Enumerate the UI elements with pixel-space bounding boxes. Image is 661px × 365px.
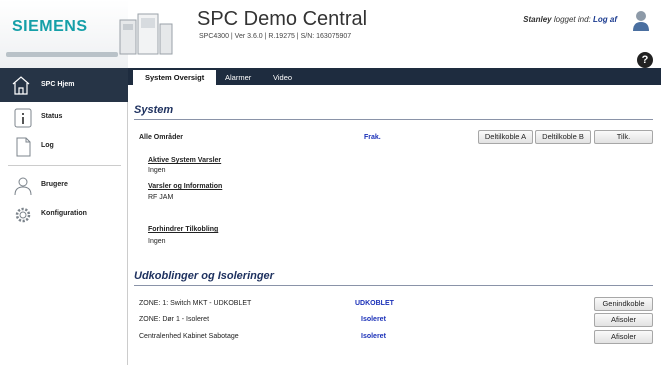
sidebar-item-label: Konfiguration (41, 210, 87, 217)
document-icon (16, 137, 31, 157)
logo-area: SIEMENS (0, 0, 128, 68)
user-name: Stanley (523, 15, 552, 24)
sidebar-item-log[interactable]: Log (0, 137, 128, 159)
home-icon (12, 76, 30, 95)
deisolate-button[interactable]: Afisoler (594, 313, 653, 327)
logout-link[interactable]: Log af (593, 15, 617, 24)
logo-underline (6, 52, 118, 57)
page-title: SPC Demo Central (197, 8, 368, 30)
prevent-setting-heading[interactable]: Forhindrer Tilkobling (148, 226, 218, 233)
sidebar-item-label: Status (41, 113, 63, 120)
system-section-rule (134, 119, 653, 120)
users-icon (14, 177, 32, 196)
area-status: Frak. (364, 134, 381, 141)
sidebar-item-label: Log (41, 142, 54, 149)
fullset-button[interactable]: Tilk. (594, 130, 653, 144)
area-label: Alle Områder (139, 134, 183, 141)
siemens-logo: SIEMENS (12, 18, 88, 35)
isolation-row-name: Centralenhed Kabinet Sabotage (139, 333, 239, 340)
sidebar: SPC Hjem Status Log Brugere Konfiguratio… (0, 68, 128, 365)
isolation-row-name: ZONE: 1: Switch MKT - UDKOBLET (139, 300, 252, 307)
gear-icon (15, 207, 31, 223)
active-warnings-heading[interactable]: Aktive System Varsler (148, 157, 221, 164)
isolation-row-status: Isoleret (361, 333, 386, 340)
partset-b-button[interactable]: Deltilkoble B (535, 130, 591, 144)
sidebar-item-status[interactable]: Status (0, 108, 128, 130)
sidebar-item-users[interactable]: Brugere (0, 176, 128, 198)
logged-in-text: logget ind: (553, 15, 591, 24)
tab-system-overview[interactable]: System Oversigt (133, 70, 217, 85)
sidebar-item-label: Brugere (41, 181, 68, 188)
partset-a-button[interactable]: Deltilkoble A (478, 130, 533, 144)
sidebar-divider (8, 165, 121, 166)
info-heading[interactable]: Varsler og Information (148, 183, 222, 190)
isolations-section-title: Udkoblinger og Isoleringer (134, 270, 274, 282)
isolation-row-name: ZONE: Dør 1 - Isoleret (139, 316, 210, 323)
info-icon (14, 108, 32, 128)
sidebar-item-home[interactable]: SPC Hjem (0, 68, 128, 102)
deisolate-button[interactable]: Afisoler (594, 330, 653, 344)
help-icon[interactable]: ? (637, 52, 653, 68)
isolations-section-rule (134, 285, 653, 286)
prevent-setting-value: Ingen (148, 238, 166, 245)
info-value: RF JAM (148, 194, 174, 201)
active-warnings-value: Ingen (148, 167, 166, 174)
header: SIEMENS SPC Demo Central SPC4300 | Ver 3… (0, 0, 661, 68)
tab-alarms[interactable]: Alarmer (213, 70, 263, 85)
tab-video[interactable]: Video (261, 70, 304, 85)
user-avatar-icon[interactable] (632, 10, 650, 32)
user-status: Stanley logget ind: Log af (523, 15, 617, 24)
system-version-info: SPC4300 | Ver 3.6.0 | R.19275 | S/N: 163… (199, 33, 352, 40)
isolation-row-status: UDKOBLET (355, 300, 394, 307)
system-section-title: System (134, 104, 174, 116)
panel-device-image (119, 13, 173, 55)
sidebar-item-configuration[interactable]: Konfiguration (0, 205, 128, 227)
reinstate-button[interactable]: Genindkoble (594, 297, 653, 311)
sidebar-item-label: SPC Hjem (41, 81, 75, 88)
isolation-row-status: Isoleret (361, 316, 386, 323)
